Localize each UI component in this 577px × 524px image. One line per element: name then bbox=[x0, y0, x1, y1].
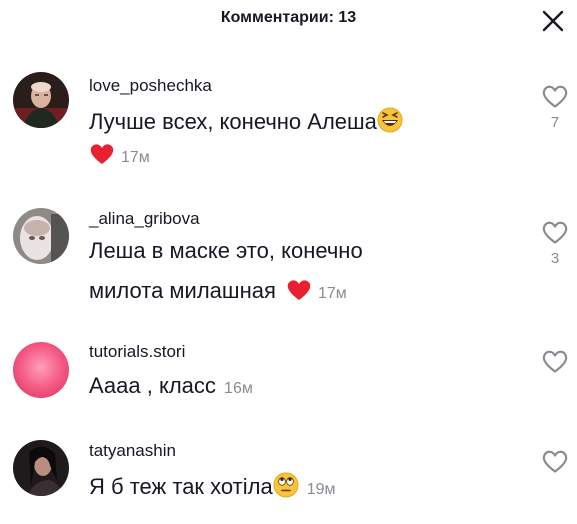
avatar[interactable] bbox=[13, 440, 69, 496]
comment-time: 17м bbox=[318, 285, 347, 302]
avatar[interactable] bbox=[13, 342, 69, 398]
like-count: 3 bbox=[550, 250, 560, 267]
comment-text: Аааа , класс bbox=[89, 373, 216, 398]
comment-text-line: Я б теж так хотіла 19м bbox=[89, 472, 336, 504]
comment-meta: 17м bbox=[89, 142, 150, 172]
laughing-emoji bbox=[377, 107, 403, 139]
like-count: 7 bbox=[550, 114, 560, 131]
avatar[interactable] bbox=[13, 72, 69, 128]
comment-time: 19м bbox=[306, 481, 336, 498]
comment-text: Лучше всех, конечно Алеша bbox=[89, 109, 377, 134]
avatar[interactable] bbox=[13, 208, 69, 264]
close-button[interactable] bbox=[540, 8, 566, 34]
comment-text: Леша в маске это, конечно bbox=[89, 238, 363, 263]
like-button[interactable]: 3 bbox=[539, 220, 571, 267]
red-heart-emoji bbox=[89, 142, 115, 172]
red-heart-emoji bbox=[286, 278, 312, 308]
comment-username[interactable]: tatyanashin bbox=[89, 441, 176, 461]
like-button[interactable] bbox=[539, 449, 571, 479]
like-button[interactable] bbox=[539, 349, 571, 379]
comments-title: Комментарии: 13 bbox=[220, 9, 357, 26]
comment-text-line: Лучше всех, конечно Алеша bbox=[89, 107, 403, 139]
avatar-image bbox=[13, 72, 69, 128]
heart-outline-icon[interactable] bbox=[541, 349, 569, 374]
comment-username[interactable]: love_poshechka bbox=[89, 76, 212, 96]
heart-outline-icon[interactable] bbox=[541, 449, 569, 474]
comment-time: 16м bbox=[224, 380, 253, 397]
avatar-image bbox=[13, 440, 69, 496]
heart-outline-icon[interactable] bbox=[541, 220, 569, 245]
comment-username[interactable]: _alina_gribova bbox=[89, 209, 200, 229]
comment-username[interactable]: tutorials.stori bbox=[89, 342, 185, 362]
eye-roll-emoji bbox=[273, 472, 299, 504]
heart-outline-icon[interactable] bbox=[541, 84, 569, 109]
avatar-image bbox=[13, 208, 69, 264]
comment-text-line: милота милашная 17м bbox=[89, 278, 347, 308]
comment-text: милота милашная bbox=[89, 278, 276, 303]
like-button[interactable]: 7 bbox=[539, 84, 571, 131]
avatar-image bbox=[13, 342, 69, 398]
comment-text: Я б теж так хотіла bbox=[89, 474, 273, 499]
comment-text-line: Леша в маске это, конечно bbox=[89, 238, 363, 264]
comment-time: 17м bbox=[121, 149, 150, 166]
close-icon[interactable] bbox=[540, 8, 566, 34]
comment-text-line: Аааа , класс 16м bbox=[89, 373, 253, 399]
comments-header: Комментарии: 13 bbox=[0, 0, 577, 44]
